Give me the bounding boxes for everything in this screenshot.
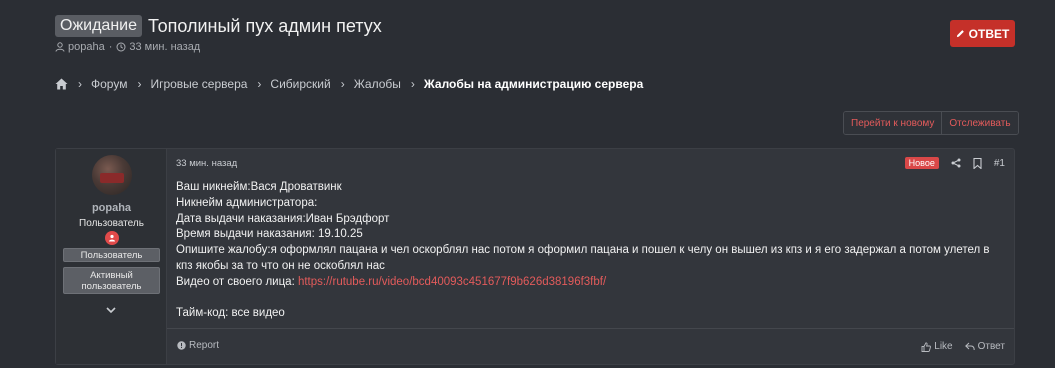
post-main: 33 мин. назад Новое #1 Ваш никнейм:Вася … — [167, 149, 1014, 364]
report-button[interactable]: Report — [177, 340, 219, 351]
post-line: Опишите жалобу:я оформлял пацана и чел о… — [176, 244, 990, 272]
thread-time[interactable]: 33 мин. назад — [129, 41, 200, 53]
post-tools: Новое #1 — [904, 157, 1005, 169]
meta-separator: · — [108, 41, 113, 53]
user-icon — [55, 42, 65, 52]
user-banner: Пользователь — [63, 248, 160, 262]
breadcrumb-forum[interactable]: Форум — [91, 77, 127, 91]
chevron-right-icon: › — [410, 77, 415, 91]
share-icon[interactable] — [951, 158, 961, 168]
thread-title: Тополиный пух админ петух — [148, 16, 382, 36]
thread-actions: Перейти к новому Отслеживать — [843, 111, 1019, 135]
breadcrumb-admin-complaints[interactable]: Жалобы на администрацию сервера — [424, 77, 643, 91]
breadcrumb-complaints[interactable]: Жалобы — [354, 77, 401, 91]
thread-meta: popaha · 33 мин. назад — [55, 41, 1015, 53]
post-line: Дата выдачи наказания:Иван Брэдфорт — [176, 212, 390, 225]
post-body: Ваш никнейм:Вася Дроватвинк Никнейм адми… — [176, 180, 1004, 322]
pencil-icon — [956, 30, 964, 38]
reply-button-label: ОТВЕТ — [968, 26, 1010, 41]
thread-header: Ожидание Тополиный пух админ петух popah… — [55, 14, 1015, 58]
reply-label: Ответ — [977, 341, 1005, 352]
post: popaha Пользователь Пользователь Активны… — [55, 148, 1015, 365]
chevron-right-icon: › — [78, 77, 82, 91]
post-user-cell: popaha Пользователь Пользователь Активны… — [56, 149, 167, 364]
post-line: Никнейм администратора: — [176, 196, 318, 209]
report-icon — [177, 341, 186, 350]
go-to-new-button[interactable]: Перейти к новому — [844, 112, 942, 134]
post-number[interactable]: #1 — [994, 158, 1005, 169]
video-link[interactable]: https://rutube.ru/video/bcd40093c451677f… — [298, 276, 606, 288]
avatar[interactable] — [92, 155, 132, 195]
post-username[interactable]: popaha — [56, 202, 167, 214]
home-icon[interactable] — [55, 78, 68, 90]
chevron-right-icon: › — [137, 77, 142, 91]
user-title: Пользователь — [79, 218, 144, 229]
thread-prefix-badge[interactable]: Ожидание — [55, 15, 142, 37]
report-label: Report — [189, 340, 220, 351]
chevron-down-icon[interactable] — [104, 303, 118, 317]
thumbs-up-icon — [921, 341, 932, 352]
reply-arrow-icon — [964, 342, 975, 351]
clock-icon — [116, 42, 126, 52]
post-line: Время выдачи наказания: 19.10.25 — [176, 228, 363, 241]
post-line: Видео от своего лица: https://rutube.ru/… — [176, 275, 1004, 291]
footer-actions: Like Ответ — [921, 341, 1005, 352]
chevron-right-icon: › — [257, 77, 262, 91]
like-button[interactable]: Like — [921, 341, 953, 352]
chevron-right-icon: › — [340, 77, 345, 91]
bookmark-icon[interactable] — [973, 157, 982, 169]
new-badge: Новое — [904, 157, 939, 169]
video-label: Видео от своего лица: — [176, 275, 298, 288]
post-line: Тайм-код: все видео — [176, 307, 285, 320]
post-time[interactable]: 33 мин. назад — [176, 158, 237, 169]
quote-reply-button[interactable]: Ответ — [964, 341, 1005, 352]
breadcrumb-siberian[interactable]: Сибирский — [270, 77, 330, 91]
like-label: Like — [934, 341, 953, 352]
thread-author[interactable]: popaha — [68, 41, 105, 53]
reply-button[interactable]: ОТВЕТ — [950, 20, 1015, 47]
post-line: Ваш никнейм:Вася Дроватвинк — [176, 181, 342, 193]
user-rank-icon — [105, 231, 119, 245]
breadcrumb: › Форум › Игровые сервера › Сибирский › … — [55, 76, 643, 92]
watch-button[interactable]: Отслеживать — [941, 112, 1018, 134]
breadcrumb-game-servers[interactable]: Игровые сервера — [150, 77, 247, 91]
user-banner: Активный пользователь — [63, 267, 160, 294]
post-footer: Report Like Ответ — [167, 328, 1014, 366]
